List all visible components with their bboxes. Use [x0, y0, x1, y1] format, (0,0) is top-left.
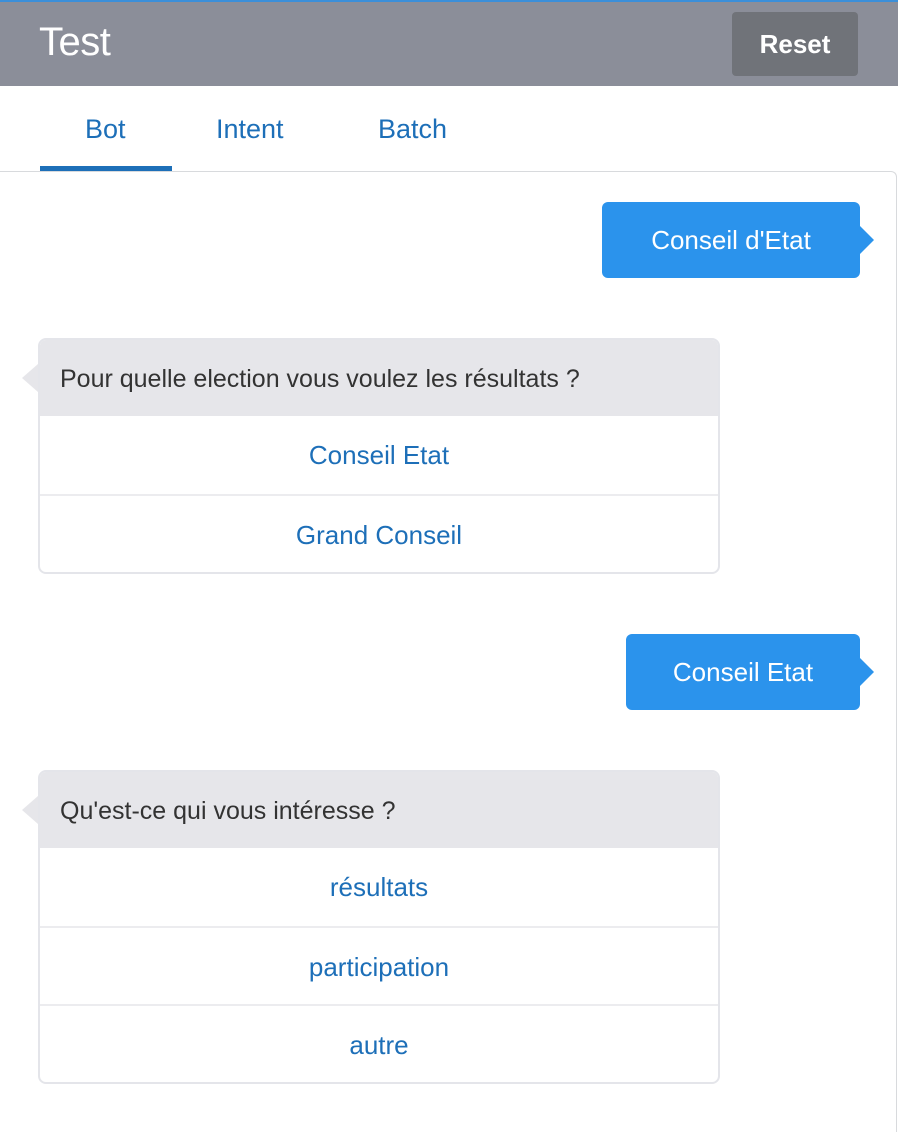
bot-message-card: Qu'est-ce qui vous intéresse ? résultats… [22, 770, 720, 1084]
bot-question: Qu'est-ce qui vous intéresse ? [22, 772, 718, 848]
user-message: Conseil d'Etat [602, 202, 874, 278]
tab-batch[interactable]: Batch [378, 114, 447, 145]
choice-button[interactable]: Conseil Etat [40, 416, 718, 494]
user-message-text: Conseil Etat [672, 657, 814, 687]
bubble-tail [860, 226, 874, 254]
choice-button[interactable]: participation [40, 926, 718, 1004]
bubble-tail [22, 364, 38, 392]
user-message: Conseil Etat [626, 634, 874, 710]
bot-message-card: Pour quelle election vous voulez les rés… [22, 338, 720, 574]
header-bar: Test Reset [0, 2, 898, 86]
tab-bar: Bot Intent Batch [0, 86, 898, 172]
page-title: Test [39, 20, 111, 64]
choice-button[interactable]: Grand Conseil [40, 494, 718, 572]
tab-intent[interactable]: Intent [216, 114, 284, 145]
bot-question-text: Pour quelle election vous voulez les rés… [60, 365, 580, 393]
choice-button[interactable]: autre [40, 1004, 718, 1082]
user-message-text: Conseil d'Etat [651, 225, 811, 255]
bubble-tail [860, 658, 874, 686]
choice-button[interactable]: résultats [40, 848, 718, 926]
bot-question: Pour quelle election vous voulez les rés… [22, 340, 718, 416]
reset-button[interactable]: Reset [732, 12, 858, 76]
bubble-tail [22, 796, 38, 824]
tab-bot[interactable]: Bot [85, 114, 126, 145]
bot-question-text: Qu'est-ce qui vous intéresse ? [60, 797, 396, 825]
